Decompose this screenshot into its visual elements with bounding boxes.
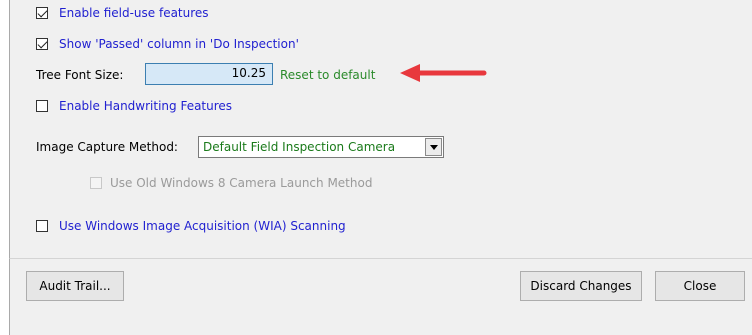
old-camera-checkbox [90, 177, 102, 189]
field-use-label[interactable]: Enable field-use features [59, 6, 209, 20]
handwriting-label[interactable]: Enable Handwriting Features [59, 99, 232, 113]
dialog-footer: Audit Trail... Discard Changes Close [9, 259, 752, 335]
image-capture-selected-value: Default Field Inspection Camera [203, 140, 396, 154]
old-camera-label: Use Old Windows 8 Camera Launch Method [110, 176, 373, 190]
reset-to-default-link[interactable]: Reset to default [280, 68, 375, 82]
annotation-arrow-icon [400, 64, 487, 82]
handwriting-checkbox[interactable] [36, 100, 48, 112]
tree-font-size-label: Tree Font Size: [36, 68, 124, 82]
audit-trail-button[interactable]: Audit Trail... [26, 271, 124, 301]
chevron-down-icon[interactable] [425, 138, 442, 156]
wia-label[interactable]: Use Windows Image Acquisition (WIA) Scan… [59, 219, 346, 233]
image-capture-select[interactable]: Default Field Inspection Camera [198, 136, 444, 158]
image-capture-label: Image Capture Method: [36, 140, 178, 154]
tree-font-size-input[interactable]: 10.25 [145, 63, 273, 85]
wia-checkbox[interactable] [36, 220, 48, 232]
settings-panel: Enable field-use features Show 'Passed' … [9, 0, 752, 259]
show-passed-label[interactable]: Show 'Passed' column in 'Do Inspection' [59, 37, 299, 51]
discard-changes-button[interactable]: Discard Changes [520, 271, 642, 301]
show-passed-checkbox[interactable] [36, 38, 48, 50]
close-button[interactable]: Close [655, 271, 745, 301]
field-use-checkbox[interactable] [36, 7, 48, 19]
